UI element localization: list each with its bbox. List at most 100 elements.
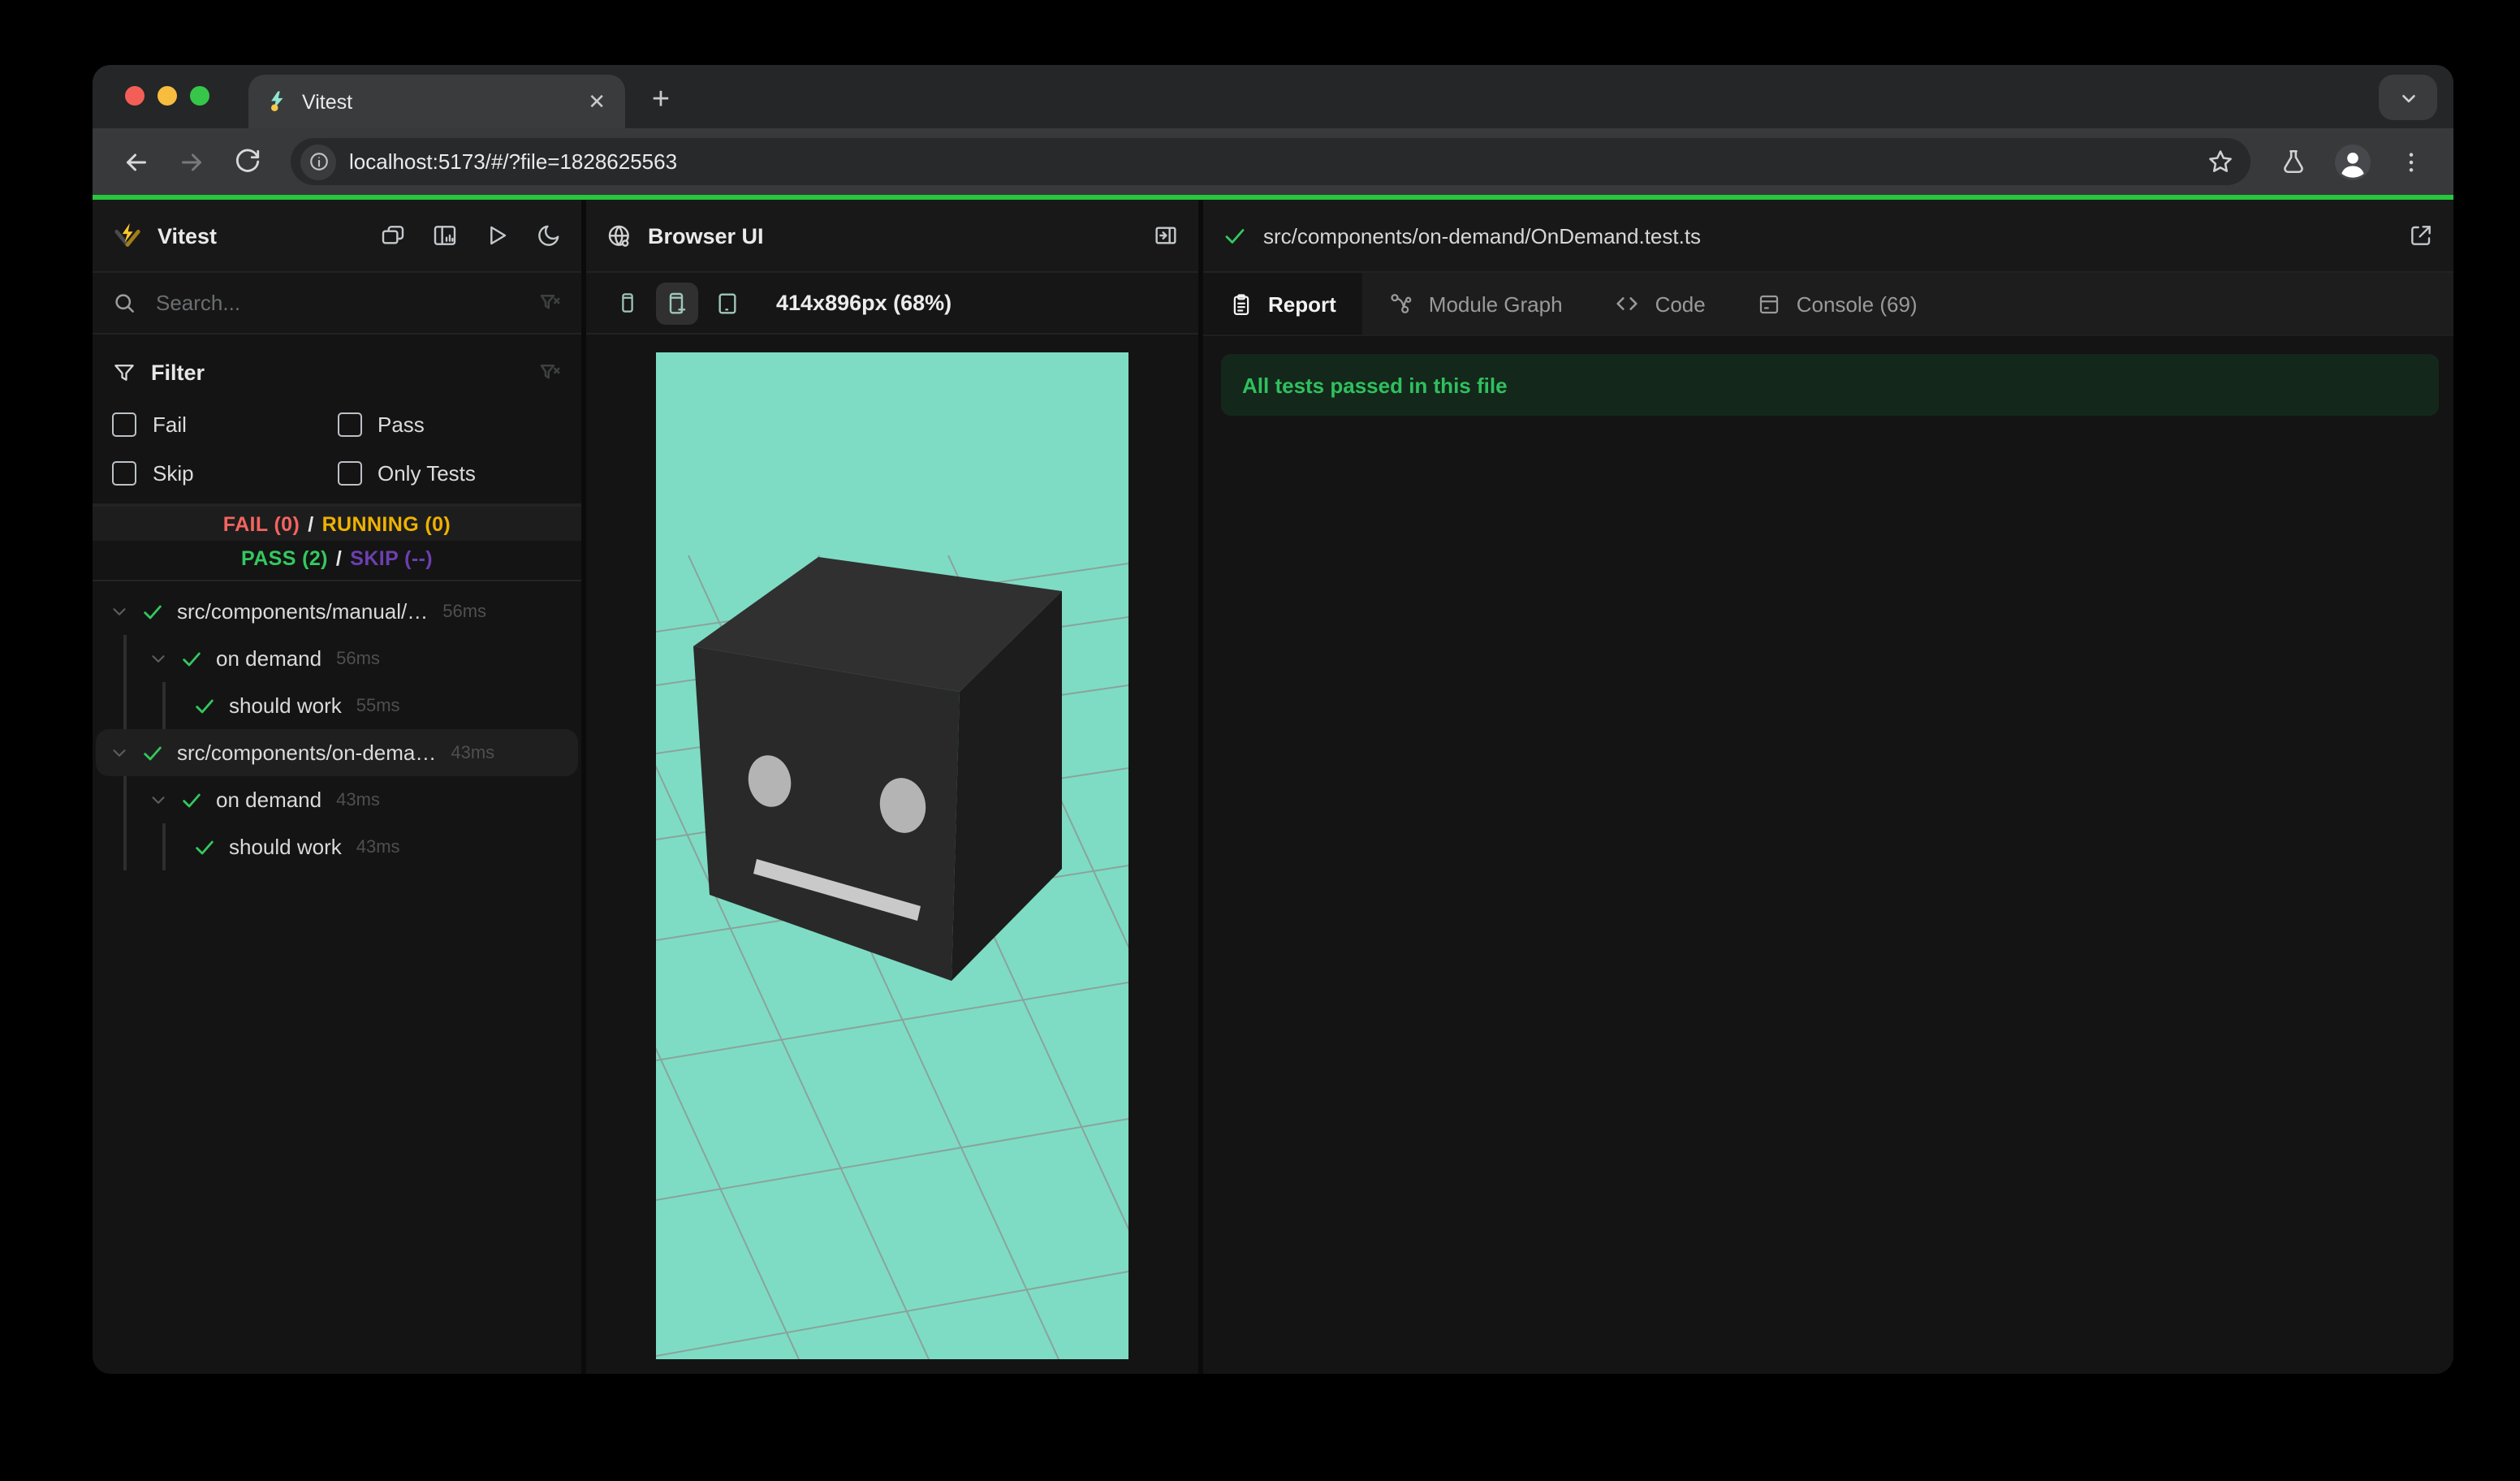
browser-tab-vitest[interactable]: Vitest ✕ [248,75,625,128]
filter-checkbox-only-tests[interactable]: Only Tests [337,448,562,497]
pass-check-icon [192,835,218,858]
tab-label: Code [1655,291,1706,316]
preview-title: Browser UI [648,223,764,248]
search-row [93,273,581,335]
checkbox[interactable] [337,412,361,436]
pass-check-icon [1223,223,1247,248]
search-icon [112,291,136,315]
status-line-2: PASS (2) / SKIP (--) [93,541,581,575]
screen: Vitest ✕ + localhost:5173/#/?file=182862… [0,0,2520,1481]
minimize-window-button[interactable] [158,86,177,106]
test-label: src/components/manual/… [177,599,429,624]
browser-menu-icon[interactable] [2398,149,2424,175]
forward-button[interactable] [170,140,213,183]
skip-count: SKIP (--) [350,546,434,569]
run-all-tests-icon[interactable] [484,222,510,248]
close-window-button[interactable] [125,86,145,106]
test-duration: 56ms [336,649,380,668]
chevron-down-icon[interactable] [145,648,170,669]
dock-windows-icon[interactable] [380,222,406,248]
running-count: RUNNING (0) [321,512,451,535]
test-suite-row[interactable]: on demand 43ms [96,776,578,823]
filter-checkbox-fail[interactable]: Fail [112,399,337,448]
bookmark-star-icon[interactable] [2207,148,2234,175]
tab-code[interactable]: Code [1589,273,1732,335]
pass-check-icon [140,741,166,764]
chevron-down-icon[interactable] [106,742,132,763]
checkbox[interactable] [112,460,136,485]
filter-checkbox-pass[interactable]: Pass [337,399,562,448]
tab-report[interactable]: Report [1203,273,1362,335]
new-tab-button[interactable]: + [638,78,684,123]
zoom-window-button[interactable] [190,86,209,106]
browser-toolbar: localhost:5173/#/?file=1828625563 [93,128,2453,195]
device-mobile-plus-icon[interactable] [656,282,698,324]
address-bar[interactable]: localhost:5173/#/?file=1828625563 [291,138,2250,185]
device-toolbar: 414x896px (68%) [586,273,1198,335]
checkbox-label: Only Tests [378,460,476,485]
test-case-row[interactable]: should work 43ms [96,823,578,870]
experiments-flask-icon[interactable] [2280,148,2307,175]
tab-title: Vitest [302,90,353,113]
results-header: src/components/on-demand/OnDemand.test.t… [1203,200,2453,273]
chevron-down-icon[interactable] [145,789,170,810]
tested-app-viewport[interactable] [656,352,1128,1359]
vitest-ui: Vitest Search... Filter Fail Pass Skip O… [93,200,2453,1374]
graph-icon [1388,291,1414,317]
fail-count: FAIL (0) [222,512,300,535]
tab-module-graph[interactable]: Module Graph [1362,273,1589,335]
funnel-icon [112,360,136,384]
test-suite-row[interactable]: on demand 56ms [96,635,578,682]
browser-preview-panel: Browser UI 414x896px (68%) [586,200,1203,1374]
device-tablet-icon[interactable] [706,282,749,324]
vitest-favicon [265,89,289,114]
traffic-lights [125,86,209,106]
device-mobile-small-icon[interactable] [606,282,648,324]
status-separator: / [308,512,314,535]
back-button[interactable] [115,140,158,183]
browser-window: Vitest ✕ + localhost:5173/#/?file=182862… [93,65,2453,1374]
vitest-logo [112,220,143,251]
test-file-row[interactable]: src/components/on-dema… 43ms [96,729,578,776]
dock-panel-right-icon[interactable] [1153,222,1179,248]
search-input[interactable] [153,289,537,317]
test-duration: 43ms [356,837,400,857]
test-duration: 55ms [356,696,400,715]
tab-label: Console (69) [1796,291,1918,316]
sidebar: Vitest Search... Filter Fail Pass Skip O… [93,200,586,1374]
tab-console-69[interactable]: Console (69) [1732,273,1944,335]
filter-section: Filter Fail Pass Skip Only Tests [93,335,581,505]
globe-icon [606,222,633,249]
chevron-down-icon[interactable] [106,601,132,622]
open-external-icon[interactable] [2408,222,2434,248]
tab-label: Report [1268,291,1336,316]
test-case-row[interactable]: should work 55ms [96,682,578,729]
tab-search-chevron-button[interactable] [2379,75,2437,120]
checkbox-label: Fail [153,412,187,436]
code-icon [1615,291,1641,317]
test-duration: 43ms [336,790,380,810]
checkbox[interactable] [337,460,361,485]
dashboard-report-icon[interactable] [432,222,458,248]
tests-passed-banner: All tests passed in this file [1221,354,2439,416]
checkbox[interactable] [112,412,136,436]
status-line-1: FAIL (0) / RUNNING (0) [93,505,581,541]
clear-filter-icon[interactable] [537,360,562,384]
tab-label: Module Graph [1428,291,1563,316]
site-info-icon[interactable] [300,144,336,179]
tab-close-icon[interactable]: ✕ [585,88,609,115]
profile-avatar[interactable] [2333,142,2372,181]
checkbox-label: Skip [153,460,194,485]
results-tab-bar: Report Module Graph Code Console (69) [1203,273,2453,336]
test-label: src/components/on-dema… [177,740,437,765]
filter-checkbox-skip[interactable]: Skip [112,448,337,497]
url-text[interactable]: localhost:5173/#/?file=1828625563 [349,149,2207,174]
dark-mode-moon-icon[interactable] [536,222,562,248]
reload-button[interactable] [226,140,268,183]
test-label: on demand [216,788,322,812]
test-label: should work [229,693,342,718]
pass-check-icon [192,694,218,717]
test-file-row[interactable]: src/components/manual/… 56ms [96,588,578,635]
clear-search-filter-icon[interactable] [537,291,562,315]
tab-strip: Vitest ✕ + [93,65,2453,128]
